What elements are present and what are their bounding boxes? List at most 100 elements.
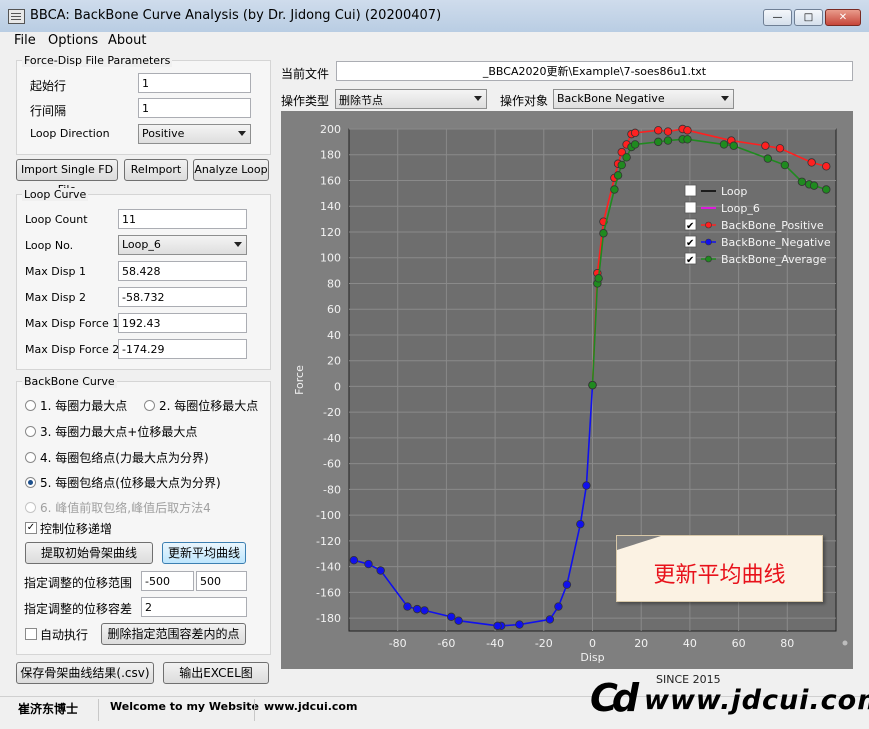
range-min-field[interactable]	[141, 571, 194, 591]
legend-label: Loop	[721, 185, 747, 198]
export-excel-button[interactable]: 输出EXCEL图	[163, 662, 269, 684]
option1-radio[interactable]	[25, 400, 36, 411]
fd-params-title: Force-Disp File Parameters	[22, 54, 173, 67]
x-tick-label: 80	[780, 637, 794, 650]
status-separator	[98, 699, 99, 721]
data-point-backbone_negative	[349, 556, 359, 565]
increase-label: 控制位移递增	[40, 522, 113, 536]
legend-check-icon: ✔	[686, 238, 694, 249]
op-target-value: BackBone Negative	[557, 92, 665, 105]
data-point-backbone_positive	[761, 141, 770, 150]
range-label: 指定调整的位移范围	[24, 576, 133, 590]
x-axis-label: Disp	[580, 651, 604, 664]
op-type-select[interactable]: 删除节点	[335, 89, 487, 109]
update-average-button[interactable]: 更新平均曲线	[162, 542, 246, 564]
minimize-button[interactable]: —	[763, 9, 792, 26]
option4-label: 4. 每圈包络点(力最大点为分界)	[40, 451, 209, 465]
data-point-backbone_negative	[562, 580, 572, 589]
data-point-backbone_average	[599, 229, 608, 238]
range-max-field[interactable]	[196, 571, 247, 591]
data-point-backbone_negative	[554, 602, 563, 611]
status-welcome: Welcome to my Website	[110, 700, 260, 713]
y-tick-label: 180	[320, 149, 341, 162]
data-point-backbone_negative	[545, 615, 555, 624]
legend-label: BackBone_Negative	[721, 236, 831, 249]
menu-options[interactable]: Options	[48, 33, 98, 48]
tolerance-field[interactable]	[141, 597, 247, 617]
y-tick-label: 160	[320, 174, 341, 187]
option4-radio[interactable]	[25, 452, 36, 463]
close-button[interactable]: ✕	[825, 9, 861, 26]
op-target-select[interactable]: BackBone Negative	[553, 89, 734, 109]
max-force1-field[interactable]	[118, 313, 247, 333]
backbone-title: BackBone Curve	[22, 375, 117, 388]
menu-file[interactable]: File	[14, 33, 36, 48]
data-point-backbone_average	[780, 160, 790, 170]
y-tick-label: 100	[320, 252, 341, 265]
status-website[interactable]: www.jdcui.com	[264, 700, 357, 713]
loop-curve-title: Loop Curve	[22, 188, 89, 201]
data-point-backbone_positive	[683, 126, 692, 135]
data-point-backbone_average	[797, 177, 807, 186]
data-point-backbone_positive	[654, 126, 663, 135]
data-point-backbone_average	[809, 181, 819, 190]
row-interval-field[interactable]	[138, 98, 251, 118]
data-point-backbone_positive	[630, 128, 640, 138]
menu-about[interactable]: About	[108, 33, 146, 48]
y-tick-label: -160	[316, 586, 341, 599]
max-force2-field[interactable]	[118, 339, 247, 359]
data-point-backbone_average	[630, 140, 640, 149]
loop-no-label: Loop No.	[25, 239, 74, 252]
chevron-down-icon	[238, 131, 246, 136]
option5-label: 5. 每圈包络点(位移最大点为分界)	[40, 476, 221, 490]
data-point-backbone_negative	[582, 481, 591, 490]
y-tick-label: 140	[320, 200, 341, 213]
current-file-field[interactable]	[336, 61, 853, 81]
loop-direction-value: Positive	[142, 127, 185, 140]
data-point-backbone_positive	[775, 144, 785, 153]
y-axis-label: Force	[293, 365, 306, 395]
option6-radio[interactable]	[25, 502, 36, 513]
loop-direction-select[interactable]: Positive	[138, 124, 251, 144]
data-point-backbone_positive	[663, 127, 673, 136]
max-disp1-field[interactable]	[118, 261, 247, 281]
start-row-field[interactable]	[138, 73, 251, 93]
reimport-button[interactable]: ReImport	[124, 159, 188, 181]
status-author: 崔济东博士	[18, 702, 79, 716]
import-fd-button[interactable]: Import Single FD File	[16, 159, 118, 196]
increase-checkbox[interactable]: ✓	[25, 522, 37, 534]
data-point-backbone_average	[588, 380, 597, 390]
legend-check-icon: ✔	[686, 255, 694, 266]
loop-count-field[interactable]	[118, 209, 247, 229]
chevron-down-icon	[234, 242, 242, 247]
resize-dot-icon	[842, 640, 848, 646]
option2-radio[interactable]	[144, 400, 155, 411]
loop-no-select[interactable]: Loop_6	[118, 235, 247, 255]
save-csv-button[interactable]: 保存骨架曲线结果(.csv)	[16, 662, 154, 684]
legend-check-icon: ✔	[686, 221, 694, 232]
max-disp2-field[interactable]	[118, 287, 247, 307]
analyze-loop-button[interactable]: Analyze Loop	[193, 159, 269, 181]
maximize-button[interactable]: □	[794, 9, 823, 26]
x-tick-label: -20	[535, 637, 553, 650]
jdcui-logo-icon: Cd	[590, 676, 639, 720]
option5-radio[interactable]	[25, 477, 36, 488]
data-point-backbone_negative	[493, 621, 502, 631]
extract-backbone-button[interactable]: 提取初始骨架曲线	[25, 542, 153, 564]
auto-run-checkbox[interactable]	[25, 628, 37, 640]
option3-radio[interactable]	[25, 426, 36, 437]
legend-marker	[705, 238, 712, 246]
x-tick-label: 60	[732, 637, 746, 650]
data-point-backbone_average	[719, 140, 729, 149]
data-point-backbone_negative	[364, 559, 373, 569]
minimize-icon: —	[772, 12, 783, 23]
data-point-backbone_average	[683, 135, 692, 144]
x-tick-label: 20	[634, 637, 648, 650]
legend-checkbox	[684, 201, 697, 214]
legend-label: Loop_6	[721, 202, 760, 215]
y-tick-label: -180	[316, 612, 341, 625]
delete-points-button[interactable]: 删除指定范围容差内的点	[101, 623, 246, 645]
data-point-backbone_average	[617, 160, 626, 170]
close-icon: ✕	[838, 12, 848, 23]
current-file-label: 当前文件	[281, 67, 330, 81]
